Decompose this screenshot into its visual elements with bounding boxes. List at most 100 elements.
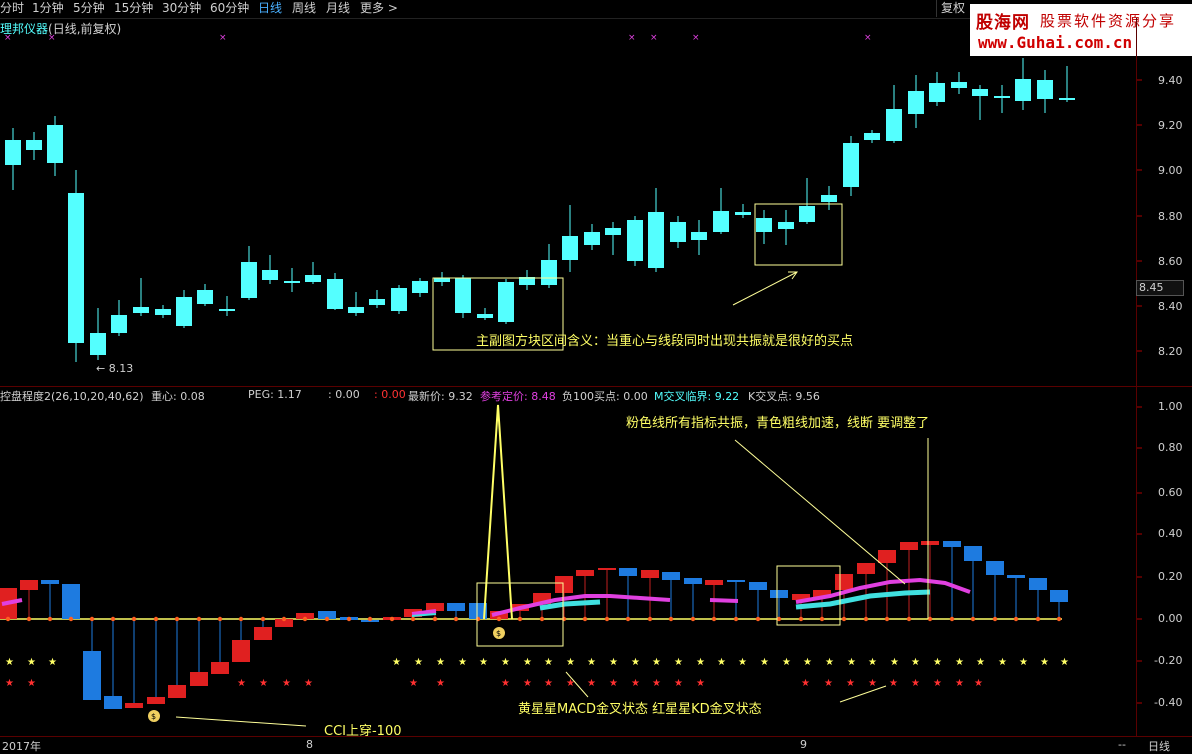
candle-body-down — [5, 140, 21, 165]
kd-red-star: ★ — [304, 678, 313, 689]
kd-red-star: ★ — [5, 678, 14, 689]
x-axis-period-label[interactable]: 日线 — [1148, 738, 1170, 754]
cci-annotation: CCI上穿-100 — [324, 724, 402, 739]
candle-body-down — [369, 299, 385, 305]
candle-body-down — [498, 282, 514, 322]
kd-red-star: ★ — [544, 678, 553, 689]
panel-separator — [0, 386, 1192, 387]
macd-yellow-star: ★ — [436, 657, 445, 668]
indicator-bar — [619, 568, 637, 576]
kd-red-star: ★ — [933, 678, 942, 689]
candle-body-down — [391, 288, 407, 311]
indicator-bar — [83, 651, 101, 700]
macd-yellow-star: ★ — [933, 657, 942, 668]
indicator-bar — [857, 563, 875, 574]
candle-body-down — [219, 309, 235, 311]
kd-red-star: ★ — [868, 678, 877, 689]
candle-body-down — [477, 314, 493, 318]
indicator-bar — [168, 685, 186, 698]
zero-dot — [604, 616, 610, 622]
zero-dot — [453, 616, 459, 622]
low-price-value: 8.13 — [108, 362, 134, 375]
indicator-bar — [1007, 575, 1025, 578]
indicator-bar — [964, 546, 982, 561]
zero-dot — [131, 616, 137, 622]
reference-price-spike — [483, 404, 513, 620]
candle-body-down — [412, 281, 428, 293]
indicator-bar — [254, 627, 272, 640]
candle-body-down — [262, 270, 278, 280]
macd-yellow-star: ★ — [566, 657, 575, 668]
candle-body-down — [1015, 79, 1031, 101]
zero-dot — [196, 616, 202, 622]
zero-dot — [410, 616, 416, 622]
kd-red-star: ★ — [609, 678, 618, 689]
candle-body-down — [864, 133, 880, 140]
x-axis-separator — [0, 736, 1192, 737]
indicator-bar — [770, 590, 788, 598]
chart-canvas[interactable]: × × × × × × × $ $ ★ ★ ★ ★ ★ ★ ★ ★ ★ ★ ★ ★ ★ ★ ★ ★ ★ ★ ★ ★ ★ ★ ★ ★ ★ ★ ★ ★ ★ ★ ★… — [0, 0, 1192, 753]
kd-red-star: ★ — [523, 678, 532, 689]
zero-dot — [432, 616, 438, 622]
resonance-annotation: 粉色线所有指标共振，青色粗线加速，线断 要调整了 — [626, 416, 930, 431]
stat-macd-cross: M交叉临界: 9.22 — [654, 390, 740, 403]
kd-red-star: ★ — [652, 678, 661, 689]
zero-dot — [47, 616, 53, 622]
kd-red-star: ★ — [889, 678, 898, 689]
stars-annotation: 黄星星MACD金叉状态 红星星KD金叉状态 — [518, 702, 762, 717]
zero-dot — [324, 616, 330, 622]
indicator-name: 控盘程度2(26,10,20,40,62) — [0, 390, 144, 403]
kd-red-star: ★ — [801, 678, 810, 689]
zero-dot — [260, 616, 266, 622]
indicator-bar — [190, 672, 208, 686]
zero-dot — [819, 616, 825, 622]
macd-yellow-star: ★ — [847, 657, 856, 668]
candle-body-down — [434, 278, 450, 282]
price-tick: 8.60 — [1158, 255, 1183, 268]
zero-dot — [26, 616, 32, 622]
indicator-bar — [232, 640, 250, 662]
indicator-bar — [943, 541, 961, 547]
zero-dot — [1056, 616, 1062, 622]
zero-dot — [561, 616, 567, 622]
zero-dot — [711, 616, 717, 622]
candle-body-down — [951, 82, 967, 88]
candle-body-down — [1037, 80, 1053, 99]
indicator-bar — [41, 580, 59, 584]
x-axis-label: 2017年 — [2, 740, 41, 753]
zero-dot — [668, 616, 674, 622]
indicator-tick: 1.00 — [1158, 400, 1183, 413]
indicator-bar — [662, 572, 680, 580]
candle-body-down — [756, 218, 772, 232]
candle-body-down — [627, 220, 643, 261]
candle-body-down — [886, 109, 902, 141]
zero-dot — [5, 616, 11, 622]
macd-yellow-star: ★ — [955, 657, 964, 668]
candle-body-down — [47, 125, 63, 163]
price-tick: 8.20 — [1158, 345, 1183, 358]
indicator-bar — [641, 570, 659, 578]
candle-body-down — [155, 309, 171, 315]
zero-dot — [841, 616, 847, 622]
macd-yellow-star: ★ — [458, 657, 467, 668]
annotation-arrow — [732, 271, 798, 306]
stat-red-value: : 0.00 — [374, 388, 406, 401]
zero-dot — [884, 616, 890, 622]
macd-yellow-star: ★ — [803, 657, 812, 668]
chart-stage: 分时 1分钟 5分钟 15分钟 30分钟 60分钟 日线 周线 月线 更多 > … — [0, 0, 1192, 753]
zero-dot — [174, 616, 180, 622]
zero-dot — [733, 616, 739, 622]
kd-red-star: ★ — [566, 678, 575, 689]
candle-body-down — [348, 307, 364, 313]
current-price-tag: 8.45 — [1136, 280, 1184, 296]
candle-body-down — [284, 281, 300, 283]
zero-dot — [110, 616, 116, 622]
top-signal-marker: × — [650, 33, 658, 43]
main-annotation: 主副图方块区间含义：当重心与线段同时出现共振就是很好的买点 — [476, 334, 854, 349]
macd-yellow-star: ★ — [652, 657, 661, 668]
zero-dot — [755, 616, 761, 622]
candle-body-down — [541, 260, 557, 285]
zero-dot — [992, 616, 998, 622]
candle-body-down — [26, 140, 42, 150]
candle-body-down — [605, 228, 621, 235]
